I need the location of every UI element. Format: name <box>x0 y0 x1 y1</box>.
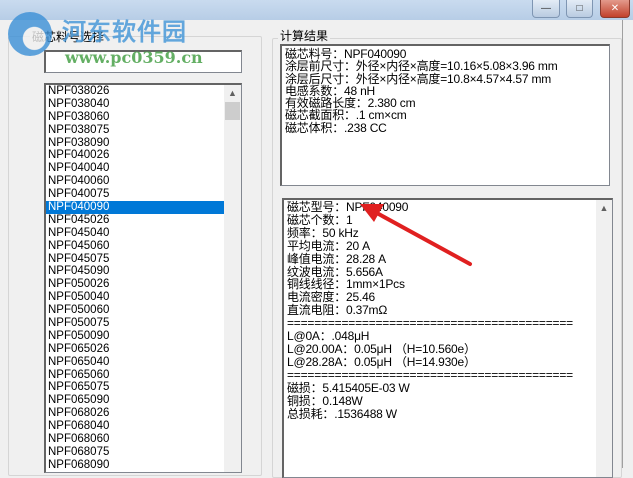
watermark-url: www.pc0359.cn <box>65 48 203 67</box>
annotation-arrow <box>360 204 472 266</box>
watermark-logo-icon <box>8 12 52 56</box>
watermark-name: 河东软件园 <box>62 17 187 46</box>
